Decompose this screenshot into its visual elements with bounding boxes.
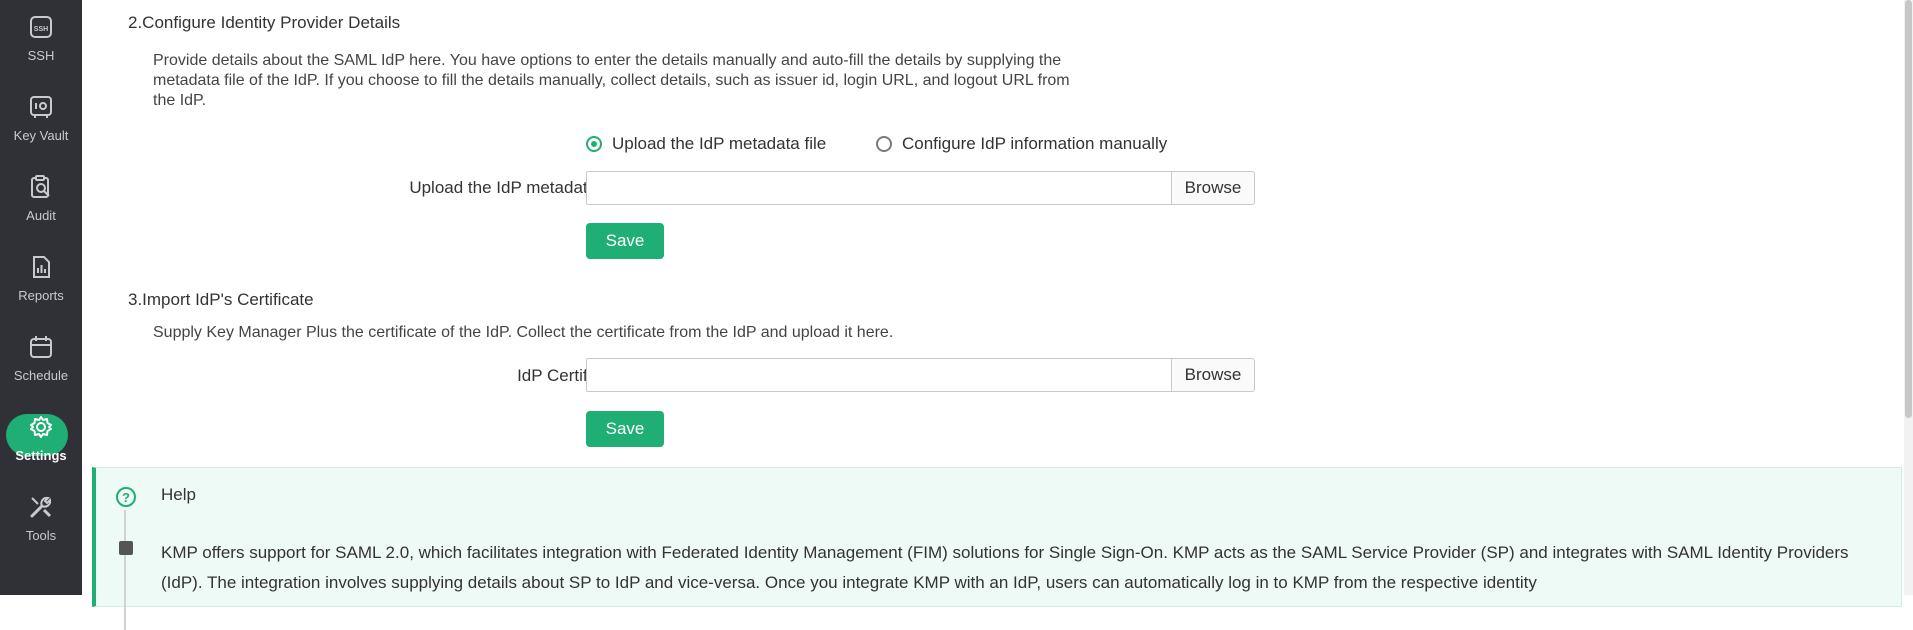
radio-upload-label: Upload the IdP metadata file bbox=[612, 134, 827, 153]
sidebar-item-label: Tools bbox=[25, 528, 57, 543]
certificate-file-input[interactable] bbox=[586, 358, 1172, 392]
vertical-scrollbar[interactable] bbox=[1904, 0, 1913, 595]
sidebar: SSH SSH Key Vault Audit Reports Schedule… bbox=[0, 0, 82, 595]
section-3-description: Supply Key Manager Plus the certificate … bbox=[153, 324, 894, 341]
save-certificate-button[interactable]: Save bbox=[586, 411, 664, 447]
radio-upload-metadata[interactable]: Upload the IdP metadata file bbox=[586, 134, 826, 154]
section-2-description-line-2: metadata file of the IdP. If you choose … bbox=[153, 72, 1070, 89]
section-3-title: 3.Import IdP's Certificate bbox=[128, 290, 314, 309]
radio-button[interactable] bbox=[876, 136, 892, 152]
sidebar-item-label: Audit bbox=[26, 208, 56, 223]
reports-icon bbox=[28, 254, 54, 280]
section-2-title: 2.Configure Identity Provider Details bbox=[128, 13, 401, 32]
metadata-file-input[interactable] bbox=[586, 171, 1172, 205]
sidebar-item-settings[interactable]: Settings bbox=[0, 400, 82, 478]
key-vault-icon bbox=[28, 94, 54, 120]
main-content: 2.Configure Identity Provider Details Pr… bbox=[82, 0, 1913, 630]
sidebar-item-label: Schedule bbox=[13, 368, 69, 383]
certificate-browse-button[interactable]: Browse bbox=[1171, 358, 1255, 392]
section-2-description-line-1: Provide details about the SAML IdP here.… bbox=[153, 52, 1062, 69]
sidebar-item-ssh[interactable]: SSH SSH bbox=[0, 0, 82, 78]
ssh-icon: SSH bbox=[28, 14, 54, 40]
help-title: Help bbox=[161, 485, 196, 504]
audit-icon bbox=[28, 174, 54, 200]
radio-configure-manually[interactable]: Configure IdP information manually bbox=[876, 134, 1167, 154]
sidebar-item-schedule[interactable]: Schedule bbox=[0, 320, 82, 398]
scrollbar-thumb[interactable] bbox=[1905, 0, 1912, 418]
help-panel: ? Help KMP offers support for SAML 2.0, … bbox=[92, 467, 1902, 630]
radio-manual-label: Configure IdP information manually bbox=[902, 134, 1168, 153]
help-icon: ? bbox=[116, 487, 136, 507]
sidebar-item-tools[interactable]: Tools bbox=[0, 480, 82, 558]
sidebar-item-label: Settings bbox=[15, 448, 67, 463]
metadata-browse-button[interactable]: Browse bbox=[1171, 171, 1255, 205]
gear-icon bbox=[28, 414, 54, 440]
sidebar-item-reports[interactable]: Reports bbox=[0, 240, 82, 318]
certificate-label: IdP Certificate : bbox=[517, 366, 637, 385]
help-timeline-line bbox=[124, 510, 126, 630]
sidebar-item-label: SSH bbox=[27, 48, 55, 63]
section-2-description-line-3: the IdP. bbox=[153, 92, 207, 109]
calendar-icon bbox=[28, 334, 54, 360]
sidebar-item-label: Reports bbox=[18, 288, 64, 303]
sidebar-item-audit[interactable]: Audit bbox=[0, 160, 82, 238]
help-text: KMP offers support for SAML 2.0, which f… bbox=[161, 543, 1849, 592]
svg-text:SSH: SSH bbox=[34, 26, 48, 33]
metadata-file-label: Upload the IdP metadata file : bbox=[409, 178, 637, 197]
sidebar-item-label: Key Vault bbox=[13, 128, 69, 143]
sidebar-item-key-vault[interactable]: Key Vault bbox=[0, 80, 82, 158]
tools-icon bbox=[28, 494, 54, 520]
radio-button-checked[interactable] bbox=[586, 136, 602, 152]
bullet-square-icon bbox=[119, 541, 133, 555]
save-metadata-button[interactable]: Save bbox=[586, 223, 664, 259]
